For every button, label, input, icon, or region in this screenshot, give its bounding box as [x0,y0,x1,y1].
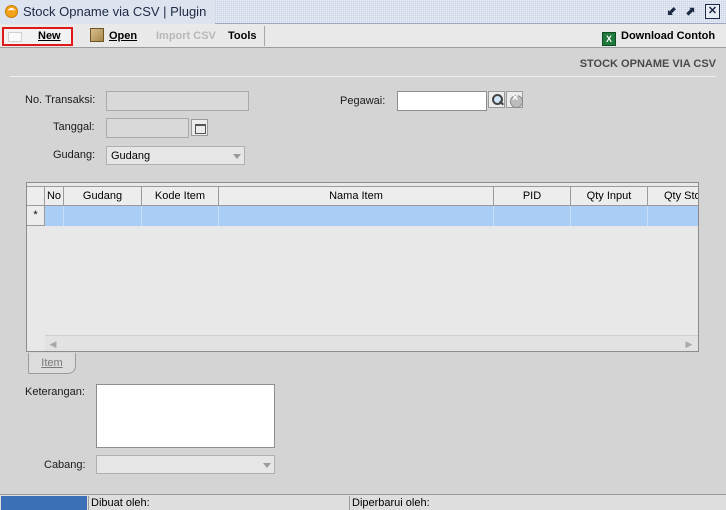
table-cell[interactable] [64,206,142,226]
chevron-down-icon [233,154,241,159]
keterangan-textarea[interactable] [96,384,275,448]
new-button[interactable]: New [2,27,73,46]
pegawai-label: Pegawai: [340,95,386,107]
column-header-qty-input[interactable]: Qty Input [571,186,648,206]
clear-icon[interactable] [506,91,523,108]
table-cell[interactable] [142,206,219,226]
grid-header: No Gudang Kode Item Nama Item PID Qty In… [27,186,698,206]
table-row-new[interactable]: * [27,206,698,226]
restore-icon[interactable]: ⬋ [664,4,679,19]
table-cell[interactable] [494,206,571,226]
diperbarui-oleh-label: Diperbarui oleh: [352,497,430,509]
horizontal-scrollbar[interactable]: ◀ ▶ [45,335,698,351]
new-document-icon [8,32,22,42]
search-icon[interactable] [488,91,505,108]
app-icon [5,5,18,18]
gudang-select[interactable]: Gudang [106,146,245,165]
table-cell[interactable] [219,206,494,226]
scroll-left-icon[interactable]: ◀ [47,338,59,350]
tab-item[interactable]: Item [28,353,76,374]
download-contoh-button[interactable]: X Download Contoh [602,27,716,46]
toolbar-separator [264,26,265,46]
new-row-marker: * [27,206,45,226]
window-title: Stock Opname via CSV | Plugin [23,4,207,19]
tanggal-field[interactable] [106,118,189,138]
column-header-no[interactable]: No [45,186,64,206]
chevron-down-icon [263,463,271,468]
import-csv-button[interactable]: Import CSV [156,27,216,45]
excel-icon: X [602,32,616,46]
form-divider [10,76,716,77]
no-transaksi-label: No. Transaksi: [25,94,96,106]
column-header-nama-item[interactable]: Nama Item [219,186,494,206]
column-header-qty-stock[interactable]: Qty Sto [648,186,698,206]
scroll-right-icon[interactable]: ▶ [683,338,695,350]
form-heading: STOCK OPNAME VIA CSV [579,58,716,70]
item-grid: No Gudang Kode Item Nama Item PID Qty In… [26,182,699,352]
column-header-pid[interactable]: PID [494,186,571,206]
cabang-label: Cabang: [44,459,86,471]
window-titlebar: Stock Opname via CSV | Plugin ⬋ ⬈ ✕ [0,0,726,24]
cabang-select[interactable] [96,455,275,474]
close-icon[interactable]: ✕ [705,4,720,19]
tab-item-label: Item [41,357,63,369]
download-contoh-label: Download Contoh [621,30,716,42]
toolbar: New Open Import CSV Tools X Download Cont… [0,24,726,48]
column-header-gudang[interactable]: Gudang [64,186,142,206]
gudang-select-value: Gudang [111,150,151,162]
gudang-label: Gudang: [53,149,96,161]
new-button-label: New [38,30,61,42]
pegawai-field[interactable] [397,91,487,111]
calendar-icon[interactable] [191,119,208,136]
status-bar: Dibuat oleh: Diperbarui oleh: [0,494,726,510]
table-cell[interactable] [571,206,648,226]
status-separator [88,496,89,510]
column-header-kode-item[interactable]: Kode Item [142,186,219,206]
no-transaksi-field[interactable] [106,91,249,111]
table-cell[interactable] [648,206,698,226]
status-accent-panel [1,496,87,510]
status-separator [349,496,350,510]
maximize-icon[interactable]: ⬈ [683,4,698,19]
dibuat-oleh-label: Dibuat oleh: [91,497,150,509]
open-button-label: Open [109,30,138,42]
open-door-icon [90,28,104,42]
tools-menu-button[interactable]: Tools [228,27,257,45]
grid-corner-header [27,186,45,206]
table-cell[interactable] [45,206,64,226]
open-button[interactable]: Open [90,27,137,45]
keterangan-label: Keterangan: [25,386,85,398]
tanggal-label: Tanggal: [53,121,95,133]
